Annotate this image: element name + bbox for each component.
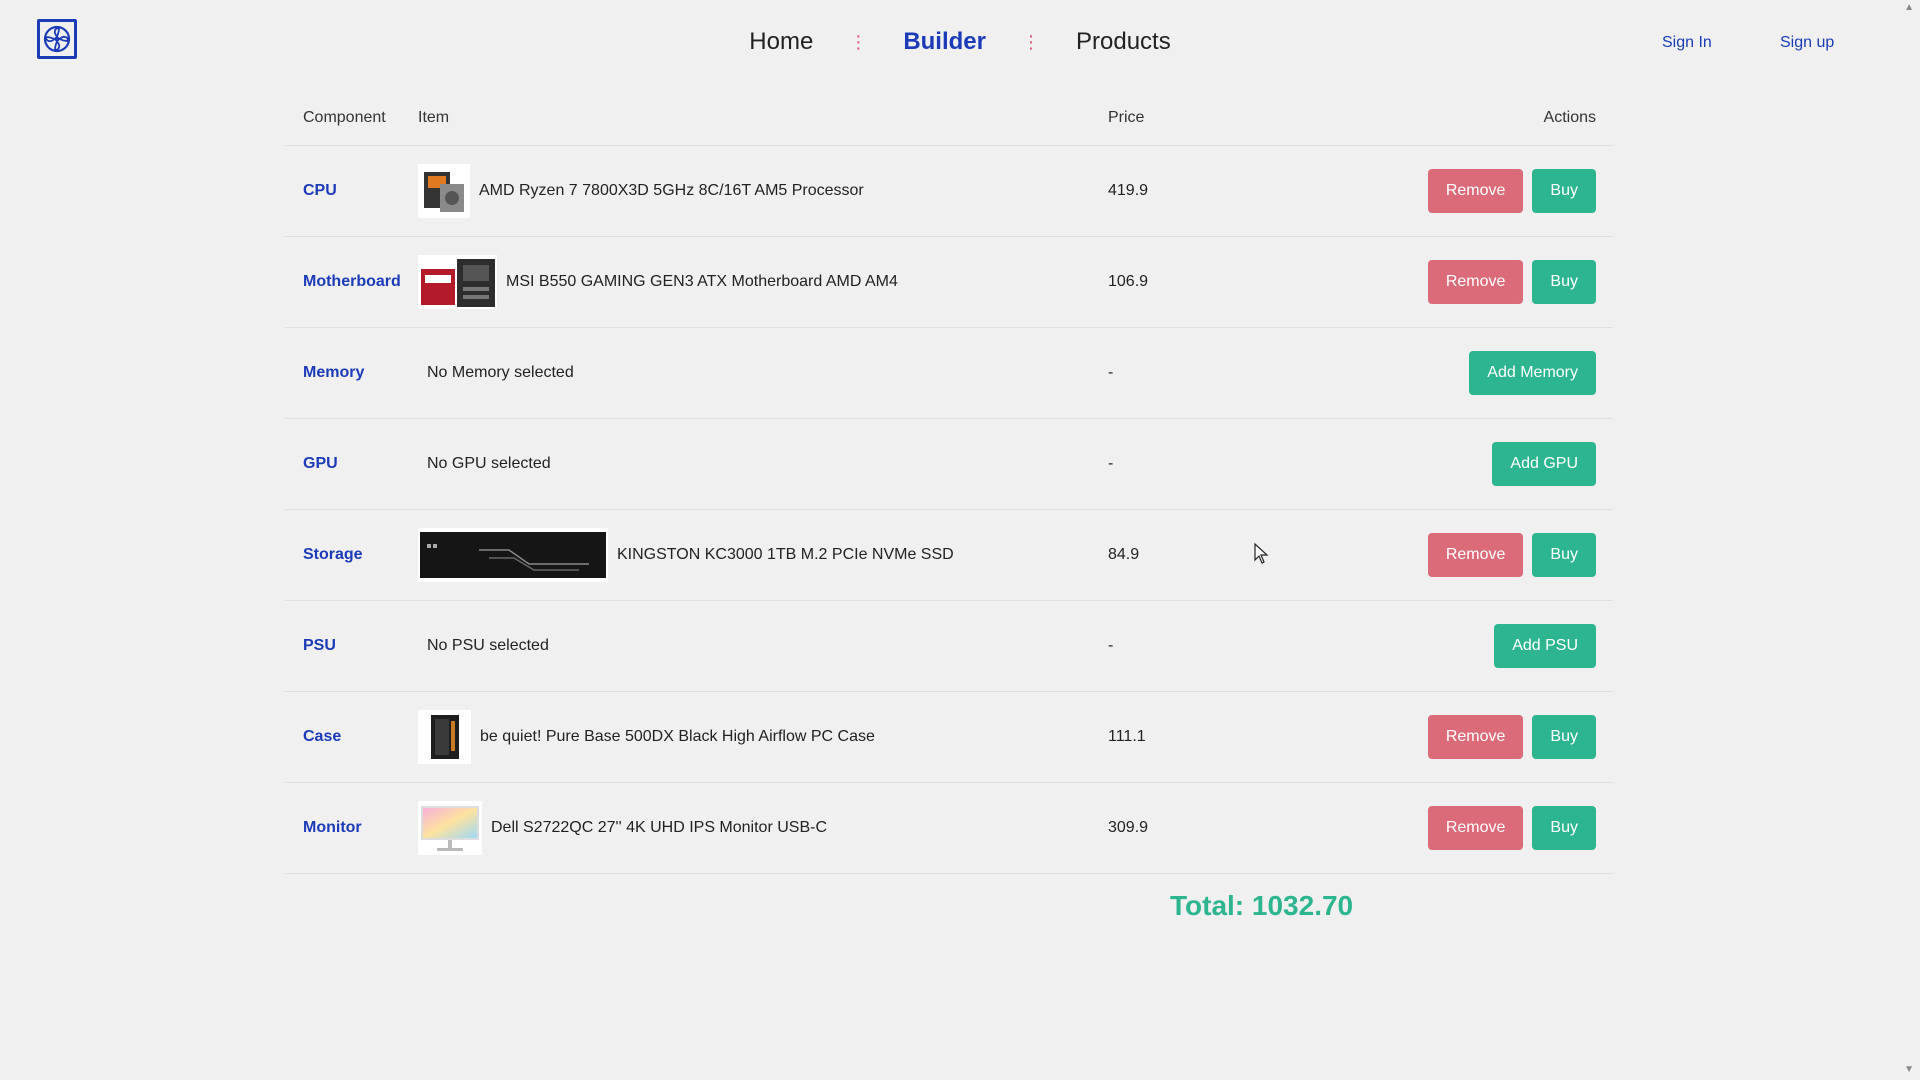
buy-button[interactable]: Buy (1532, 169, 1596, 213)
header-price: Price (1108, 109, 1145, 126)
sign-up-link[interactable]: Sign up (1780, 34, 1834, 52)
nav-products[interactable]: Products (1076, 28, 1171, 56)
builder-table: Component Item Price Actions CPU AMD Ryz… (285, 91, 1613, 874)
table-row: CPU AMD Ryzen 7 7800X3D 5GHz 8C/16T AM5 … (285, 146, 1613, 237)
product-image-storage[interactable] (418, 528, 608, 582)
component-link-cpu[interactable]: CPU (303, 182, 337, 199)
item-name: be quiet! Pure Base 500DX Black High Air… (480, 728, 875, 745)
table-row: Motherboard MSI B550 GAMING GEN3 ATX Mot… (285, 237, 1613, 328)
component-link-memory[interactable]: Memory (303, 364, 364, 381)
component-link-psu[interactable]: PSU (303, 637, 336, 654)
component-link-motherboard[interactable]: Motherboard (303, 273, 401, 290)
total-price: Total: 1032.70 (1170, 890, 1354, 921)
remove-button[interactable]: Remove (1427, 533, 1524, 577)
product-image-motherboard[interactable] (418, 255, 497, 309)
table-row: Memory No Memory selected - Add Memory (285, 328, 1613, 419)
add-memory-button[interactable]: Add Memory (1469, 351, 1596, 395)
remove-button[interactable]: Remove (1427, 715, 1524, 759)
item-price: - (1108, 364, 1114, 381)
table-row: Storage KINGSTON KC3000 1TB M.2 PCIe NVM… (285, 510, 1613, 601)
nav-separator: ⋮ (1022, 32, 1040, 52)
product-image-monitor[interactable] (418, 801, 482, 855)
item-empty-text: No GPU selected (427, 455, 551, 472)
item-price: 84.9 (1108, 546, 1140, 563)
item-price: 111.1 (1108, 728, 1146, 745)
buy-button[interactable]: Buy (1532, 806, 1596, 850)
table-row: GPU No GPU selected - Add GPU (285, 419, 1613, 510)
buy-button[interactable]: Buy (1532, 715, 1596, 759)
header-item: Item (418, 109, 450, 126)
table-row: Case be quiet! Pure Base 500DX Black Hig… (285, 692, 1613, 783)
item-price: 106.9 (1108, 273, 1149, 290)
item-price: 309.9 (1108, 819, 1149, 836)
item-empty-text: No Memory selected (427, 364, 574, 381)
nav-home[interactable]: Home (749, 28, 813, 56)
item-name: AMD Ryzen 7 7800X3D 5GHz 8C/16T AM5 Proc… (479, 182, 864, 199)
item-price: 419.9 (1108, 182, 1149, 199)
product-image-cpu[interactable] (418, 164, 470, 218)
main-nav: Home ⋮ Builder ⋮ Products (0, 28, 1920, 56)
item-price: - (1108, 637, 1114, 654)
scrollbar-up-arrow-icon[interactable]: ▲ (1904, 2, 1914, 13)
add-gpu-button[interactable]: Add GPU (1492, 442, 1596, 486)
item-name: MSI B550 GAMING GEN3 ATX Motherboard AMD… (506, 273, 898, 290)
component-link-gpu[interactable]: GPU (303, 455, 338, 472)
table-header: Component Item Price Actions (285, 91, 1613, 146)
buy-button[interactable]: Buy (1532, 260, 1596, 304)
item-name: KINGSTON KC3000 1TB M.2 PCIe NVMe SSD (617, 546, 954, 563)
component-link-storage[interactable]: Storage (303, 546, 363, 563)
buy-button[interactable]: Buy (1532, 533, 1596, 577)
sign-in-link[interactable]: Sign In (1662, 34, 1712, 52)
component-link-case[interactable]: Case (303, 728, 341, 745)
component-link-monitor[interactable]: Monitor (303, 819, 362, 836)
mouse-cursor-icon (1254, 543, 1269, 564)
remove-button[interactable]: Remove (1427, 169, 1524, 213)
item-price: - (1108, 455, 1114, 472)
scrollbar-down-arrow-icon[interactable]: ▼ (1904, 1064, 1914, 1075)
remove-button[interactable]: Remove (1427, 260, 1524, 304)
remove-button[interactable]: Remove (1427, 806, 1524, 850)
table-row: PSU No PSU selected - Add PSU (285, 601, 1613, 692)
header-actions: Actions (1543, 109, 1596, 126)
table-row: Monitor Dell S2722QC 27'' 4K UHD IPS Mon… (285, 783, 1613, 874)
header-component: Component (303, 109, 386, 126)
item-name: Dell S2722QC 27'' 4K UHD IPS Monitor USB… (491, 819, 828, 836)
item-empty-text: No PSU selected (427, 637, 549, 654)
add-psu-button[interactable]: Add PSU (1494, 624, 1596, 668)
product-image-case[interactable] (418, 710, 471, 764)
nav-separator: ⋮ (849, 32, 868, 52)
nav-builder[interactable]: Builder (903, 28, 986, 56)
